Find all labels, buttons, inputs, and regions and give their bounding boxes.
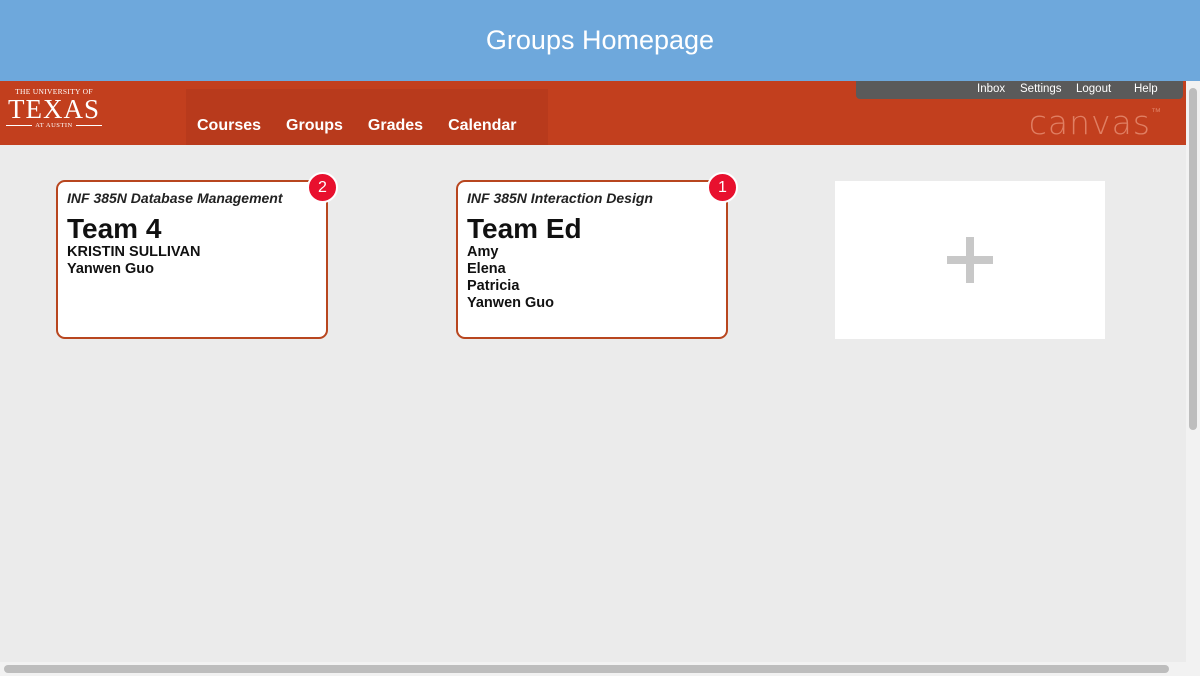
logo-austin-text: AT AUSTIN — [35, 122, 73, 129]
top-navigation-bar: THE UNIVERSITY OF TEXAS AT AUSTIN Course… — [0, 81, 1186, 145]
horizontal-scrollbar-thumb[interactable] — [4, 665, 1169, 673]
group-member: Yanwen Guo — [467, 295, 555, 311]
nav-item-groups[interactable]: Groups — [286, 117, 343, 135]
notification-badge[interactable]: 2 — [307, 172, 338, 203]
ut-austin-logo[interactable]: THE UNIVERSITY OF TEXAS AT AUSTIN — [6, 87, 102, 139]
group-member: Elena — [467, 261, 506, 277]
group-course-name: INF 385N Interaction Design — [467, 190, 653, 206]
notification-badge[interactable]: 1 — [707, 172, 738, 203]
nav-item-courses[interactable]: Courses — [197, 117, 261, 135]
vertical-scrollbar-thumb[interactable] — [1189, 88, 1197, 430]
plus-icon — [947, 237, 993, 283]
add-group-button[interactable] — [835, 181, 1105, 339]
group-team-name: Team Ed — [467, 213, 582, 244]
group-member: KRISTIN SULLIVAN — [67, 244, 201, 260]
utility-menu: Inbox Settings Logout Help — [856, 81, 1183, 99]
settings-link[interactable]: Settings — [1020, 83, 1062, 95]
canvas-logo-tm: ™ — [1151, 107, 1162, 118]
nav-item-grades[interactable]: Grades — [368, 117, 423, 135]
group-member: Amy — [467, 244, 499, 260]
logo-rule-left — [6, 125, 33, 126]
group-team-name: Team 4 — [67, 213, 162, 244]
nav-item-calendar[interactable]: Calendar — [448, 117, 516, 135]
logo-rule-right — [75, 125, 102, 126]
logout-link[interactable]: Logout — [1076, 83, 1111, 95]
group-card-interaction-design[interactable]: INF 385N Interaction Design Team Ed Amy … — [456, 172, 738, 339]
group-member: Yanwen Guo — [67, 261, 155, 277]
canvas-logo: canvas™ — [1029, 103, 1162, 142]
page-title: Groups Homepage — [485, 25, 715, 55]
main-nav-menu: Courses Groups Grades Calendar — [186, 89, 548, 145]
canvas-logo-text: canvas — [1028, 103, 1151, 142]
group-card-database-management[interactable]: INF 385N Database Management Team 4 KRIS… — [56, 172, 338, 339]
group-course-name: INF 385N Database Management — [67, 190, 283, 206]
inbox-link[interactable]: Inbox — [977, 83, 1005, 95]
page-banner: Groups Homepage — [0, 0, 1200, 81]
plus-icon-horizontal-bar — [947, 256, 993, 264]
logo-texas-text: TEXAS — [8, 94, 100, 124]
group-member: Patricia — [467, 278, 520, 294]
help-link[interactable]: Help — [1134, 83, 1158, 95]
